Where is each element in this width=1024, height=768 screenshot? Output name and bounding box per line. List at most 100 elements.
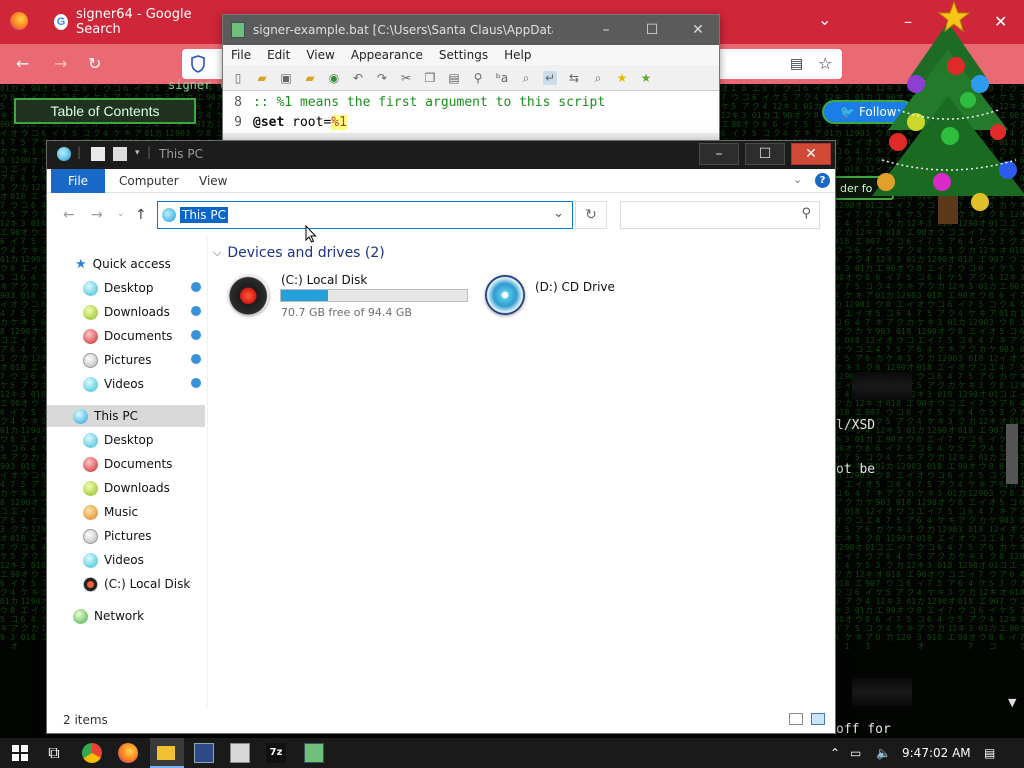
ribbon-tab-view[interactable]: View bbox=[199, 174, 227, 188]
editor-title-bar[interactable]: signer-example.bat [C:\Users\Santa Claus… bbox=[223, 15, 719, 45]
forward-arrow-icon[interactable]: → bbox=[91, 207, 103, 223]
editor-menu-view[interactable]: View bbox=[306, 48, 334, 62]
editor-menu-settings[interactable]: Settings bbox=[439, 48, 488, 62]
expand-ribbon-chevron-icon[interactable]: ⌄ bbox=[793, 173, 802, 186]
nav-this-pc[interactable]: This PC bbox=[47, 405, 205, 427]
open-folder-icon[interactable]: ▰ bbox=[255, 71, 269, 85]
network-tray-icon[interactable]: ▭ bbox=[850, 746, 861, 760]
windows-start-icon[interactable] bbox=[10, 743, 30, 763]
nav-pc-music[interactable]: Music bbox=[47, 501, 205, 523]
explorer-minimize-button[interactable]: – bbox=[699, 143, 739, 165]
editor-code-area[interactable]: 8:: %1 means the first argument to this … bbox=[223, 91, 719, 133]
devices-group-header[interactable]: ⌵ Devices and drives (2) bbox=[213, 245, 385, 261]
nav-pc-local-disk[interactable]: (C:) Local Disk bbox=[47, 573, 205, 595]
zoom-icon[interactable]: ⌕ bbox=[519, 71, 533, 85]
add-favorite-icon[interactable]: ★ bbox=[639, 71, 653, 85]
back-arrow-icon[interactable]: ← bbox=[16, 54, 29, 73]
explorer-close-button[interactable]: ✕ bbox=[791, 143, 831, 165]
nav-pc-documents[interactable]: Documents bbox=[47, 453, 205, 475]
up-arrow-icon[interactable]: ↑ bbox=[135, 207, 147, 223]
nav-quick-access[interactable]: ★ Quick access bbox=[47, 253, 205, 275]
volume-icon[interactable]: 🔈 bbox=[876, 746, 891, 760]
collapse-chevron-icon[interactable]: ⌵ bbox=[213, 246, 221, 260]
browser-tab[interactable]: G signer64 - Google Search bbox=[44, 6, 220, 38]
new-folder-icon[interactable] bbox=[113, 147, 127, 161]
find-icon[interactable]: ⚲ bbox=[471, 71, 485, 85]
page-scrollbar-thumb[interactable] bbox=[1006, 424, 1018, 484]
customize-quick-access-icon[interactable]: ▾ bbox=[135, 148, 140, 158]
firefox-icon[interactable] bbox=[10, 12, 28, 30]
app-taskbar-icon[interactable] bbox=[230, 743, 250, 763]
search-input[interactable]: ⚲ bbox=[620, 201, 820, 229]
redo-icon[interactable]: ↷ bbox=[375, 71, 389, 85]
nav-quick-desktop[interactable]: Desktop bbox=[47, 277, 205, 299]
favorite-star-icon[interactable]: ★ bbox=[615, 71, 629, 85]
ribbon-tab-file[interactable]: File bbox=[51, 169, 105, 193]
nav-pc-videos[interactable]: Videos bbox=[47, 549, 205, 571]
firefox-taskbar-icon[interactable] bbox=[118, 743, 138, 763]
matrix-column: 01ウ5キ90イ4カ8コア3オ7ケ12エ6ク01ウ5キ90イ4カ8コア3オ7ケ1… bbox=[0, 84, 10, 642]
bookmark-star-icon[interactable]: ☆ bbox=[818, 54, 832, 73]
help-icon[interactable]: ? bbox=[815, 173, 830, 188]
cut-icon[interactable]: ✂ bbox=[399, 71, 413, 85]
nav-pane-divider[interactable] bbox=[207, 237, 208, 707]
drive-d[interactable]: (D:) CD Drive bbox=[483, 273, 683, 325]
tray-chevron-icon[interactable]: ⌃ bbox=[830, 746, 840, 760]
address-bar[interactable]: This PC ⌄ bbox=[157, 201, 573, 229]
editor-minimize-icon[interactable]: – bbox=[583, 15, 629, 45]
scroll-down-arrow-icon[interactable]: ▼ bbox=[1008, 696, 1016, 709]
drive-usage-bar bbox=[280, 289, 468, 302]
nav-quick-documents[interactable]: Documents bbox=[47, 325, 205, 347]
editor-menu-edit[interactable]: Edit bbox=[267, 48, 290, 62]
copy-icon[interactable]: ❐ bbox=[423, 71, 437, 85]
drive-c[interactable]: (C:) Local Disk 70.7 GB free of 94.4 GB bbox=[213, 273, 468, 325]
save-icon[interactable]: ▣ bbox=[279, 71, 293, 85]
nav-quick-pictures[interactable]: Pictures bbox=[47, 349, 205, 371]
new-file-icon[interactable]: ▯ bbox=[231, 71, 245, 85]
nav-network[interactable]: Network bbox=[47, 605, 205, 627]
reader-view-icon[interactable]: ▤ bbox=[790, 56, 803, 72]
paste-icon[interactable]: ▤ bbox=[447, 71, 461, 85]
reload-file-icon[interactable]: ◉ bbox=[327, 71, 341, 85]
editor-menu-help[interactable]: Help bbox=[504, 48, 531, 62]
save-all-icon[interactable]: ▰ bbox=[303, 71, 317, 85]
scheme-icon[interactable]: ⇆ bbox=[567, 71, 581, 85]
details-view-icon[interactable] bbox=[789, 713, 803, 725]
ribbon-tab-computer[interactable]: Computer bbox=[119, 174, 179, 188]
refresh-button[interactable]: ↻ bbox=[575, 201, 607, 229]
editor-menu-file[interactable]: File bbox=[231, 48, 251, 62]
properties-icon[interactable] bbox=[91, 147, 105, 161]
explorer-title-bar[interactable]: | ▾ | This PC – ☐ ✕ bbox=[47, 141, 835, 169]
large-icons-view-icon[interactable] bbox=[811, 713, 825, 725]
zoom-in-icon[interactable]: ⌕ bbox=[591, 71, 605, 85]
back-arrow-icon[interactable]: ← bbox=[63, 207, 75, 223]
editor-taskbar-icon[interactable] bbox=[304, 743, 324, 763]
tab-list-chevron-icon[interactable]: ⌄ bbox=[818, 10, 831, 29]
clock[interactable]: 9:47:02 AM bbox=[902, 746, 971, 760]
reload-icon[interactable]: ↻ bbox=[88, 54, 101, 73]
forward-arrow-icon[interactable]: → bbox=[54, 54, 67, 73]
editor-maximize-icon[interactable]: ☐ bbox=[629, 15, 675, 45]
notifications-icon[interactable]: ▤ bbox=[984, 746, 995, 760]
nav-pc-downloads[interactable]: Downloads bbox=[47, 477, 205, 499]
editor-menu-appearance[interactable]: Appearance bbox=[351, 48, 423, 62]
nav-label: Quick access bbox=[92, 257, 171, 271]
nav-pc-pictures[interactable]: Pictures bbox=[47, 525, 205, 547]
nav-quick-videos[interactable]: Videos bbox=[47, 373, 205, 395]
recent-locations-chevron-icon[interactable]: ⌄ bbox=[117, 209, 125, 219]
nav-quick-downloads[interactable]: Downloads bbox=[47, 301, 205, 323]
task-view-icon[interactable]: ⧉ bbox=[44, 743, 64, 763]
table-of-contents-button[interactable]: Table of Contents bbox=[14, 98, 196, 124]
replace-icon[interactable]: ᵇa bbox=[495, 71, 509, 85]
address-dropdown-chevron-icon[interactable]: ⌄ bbox=[553, 206, 564, 221]
explorer-maximize-button[interactable]: ☐ bbox=[745, 143, 785, 165]
code-line: 9 @set root=%1 bbox=[223, 113, 719, 133]
7zip-icon[interactable]: 7z bbox=[266, 743, 286, 763]
editor-close-icon[interactable]: ✕ bbox=[675, 15, 719, 45]
code-comment: :: %1 means the first argument to this s… bbox=[253, 95, 606, 110]
nav-pc-desktop[interactable]: Desktop bbox=[47, 429, 205, 451]
app-taskbar-icon[interactable] bbox=[194, 743, 214, 763]
undo-icon[interactable]: ↶ bbox=[351, 71, 365, 85]
word-wrap-icon[interactable]: ↵ bbox=[543, 70, 557, 85]
chrome-icon[interactable] bbox=[82, 743, 102, 763]
